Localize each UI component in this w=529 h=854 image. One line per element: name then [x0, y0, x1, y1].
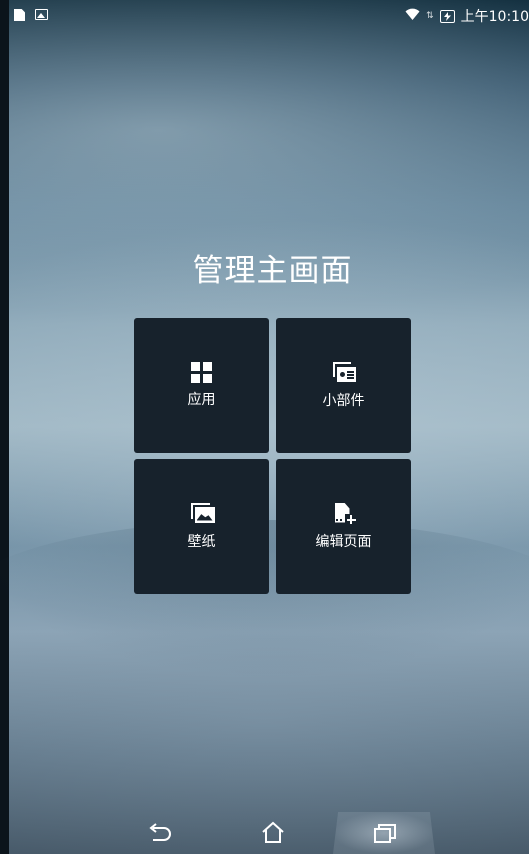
- wallpaper-tile-label: 壁纸: [187, 533, 216, 550]
- edge-shade: [0, 0, 9, 854]
- battery-charging-icon: [439, 9, 455, 23]
- recent-apps-icon[interactable]: [370, 820, 400, 846]
- widgets-tile-label: 小部件: [322, 392, 365, 409]
- home-screen: ⇅ 上午10:10 管理主画面 应用 小部件 壁纸 编辑页面: [0, 0, 529, 854]
- widget-icon: [332, 361, 356, 384]
- system-status: ⇅ 上午10:10: [405, 6, 529, 26]
- edit-page-tile-label: 编辑页面: [315, 533, 372, 550]
- navigation-bar: [0, 812, 529, 854]
- apps-grid-icon: [191, 362, 212, 383]
- wifi-icon: [405, 8, 420, 24]
- data-arrows-icon: ⇅: [426, 11, 434, 21]
- apps-tile[interactable]: 应用: [134, 318, 269, 453]
- widgets-tile[interactable]: 小部件: [276, 318, 411, 453]
- back-icon[interactable]: [145, 820, 175, 846]
- clock: 上午10:10: [460, 9, 529, 25]
- sd-card-icon: [14, 9, 25, 21]
- home-icon[interactable]: [258, 820, 288, 846]
- status-bar: ⇅ 上午10:10: [0, 0, 529, 30]
- wallpaper-icon: [190, 502, 215, 525]
- notification-icons: [14, 9, 48, 21]
- edit-page-tile[interactable]: 编辑页面: [276, 459, 411, 594]
- edit-page-icon: [333, 502, 357, 526]
- image-notification-icon: [35, 9, 48, 20]
- manage-home-title: 管理主画面: [192, 253, 353, 289]
- wallpaper-tile[interactable]: 壁纸: [134, 459, 269, 594]
- apps-tile-label: 应用: [187, 392, 216, 408]
